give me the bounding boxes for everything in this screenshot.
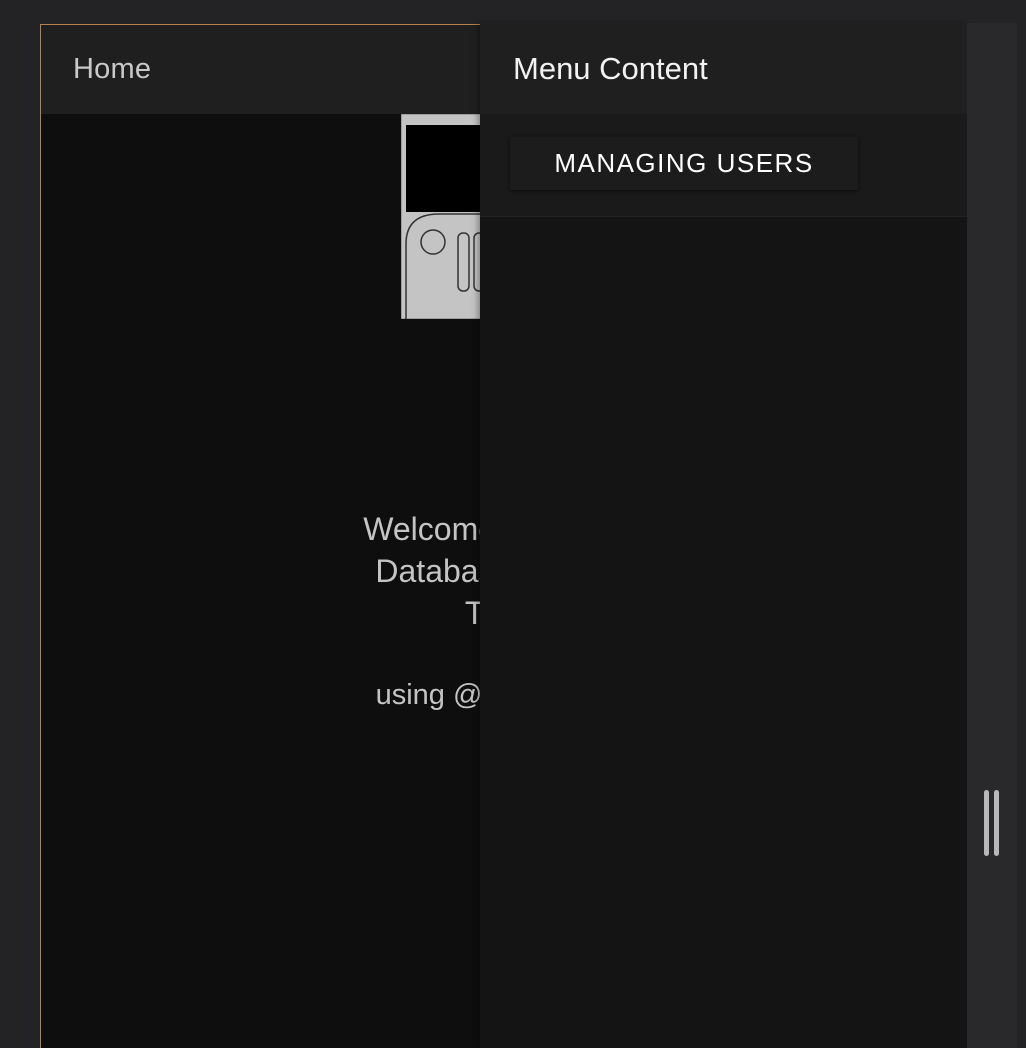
preview-side-panel bbox=[967, 23, 1017, 1048]
page-title: Home bbox=[73, 53, 152, 85]
resize-bar bbox=[984, 790, 989, 856]
resize-bar bbox=[994, 790, 999, 856]
managing-users-button[interactable]: MANAGING USERS bbox=[510, 137, 858, 190]
side-menu: Menu Content MANAGING USERS bbox=[480, 23, 967, 1048]
resize-handle-icon[interactable] bbox=[984, 790, 1000, 856]
menu-title: Menu Content bbox=[513, 51, 708, 86]
menu-toolbar: Menu Content bbox=[480, 23, 967, 114]
preview-stage: Home Welcome to the I Database CRU Tu us… bbox=[0, 0, 1026, 1048]
menu-list: MANAGING USERS bbox=[480, 114, 967, 217]
